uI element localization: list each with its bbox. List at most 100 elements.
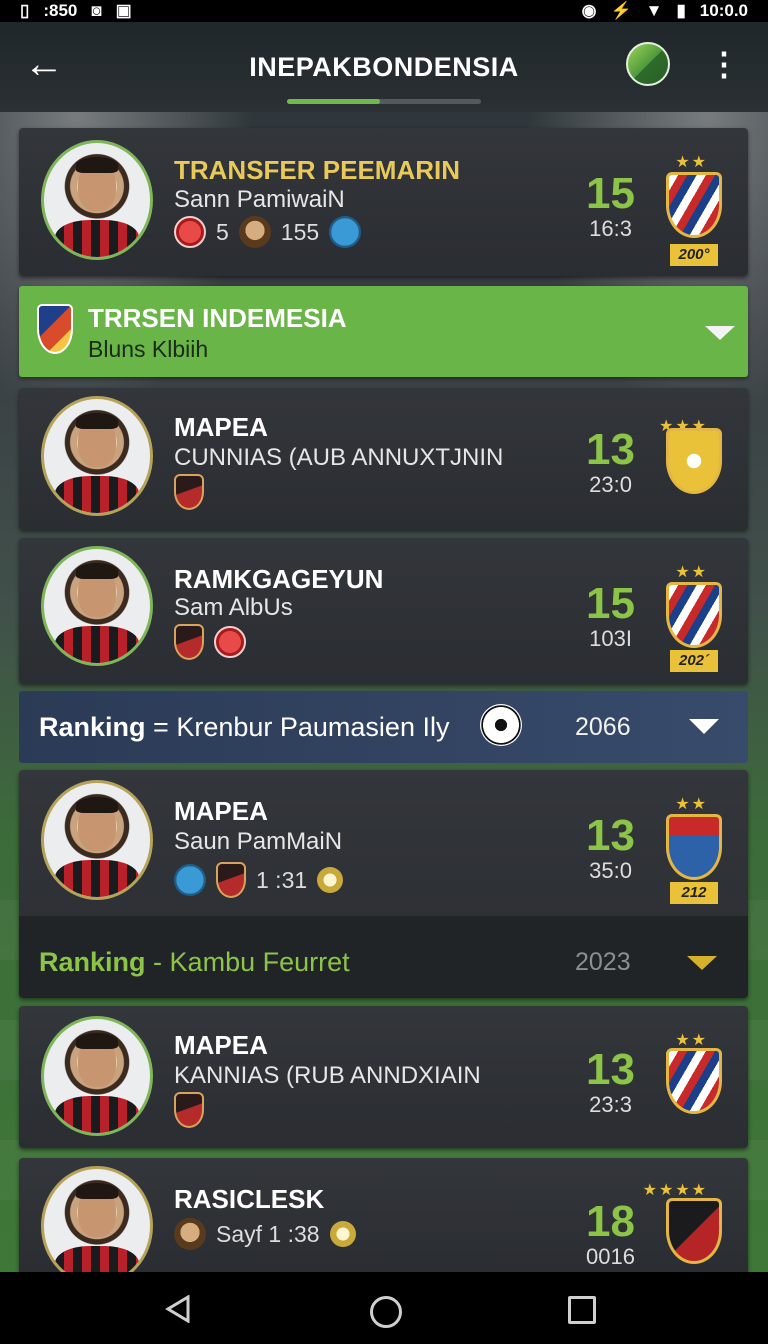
player-rating: 15 16:3 [586, 172, 635, 242]
nav-home-icon[interactable] [370, 1296, 402, 1328]
player-card[interactable]: RASICLESK Sayf 1 :38 18 0016 ★★★★ [19, 1158, 748, 1272]
player-rating: 18 0016 [586, 1200, 635, 1270]
player-rating: 13 23:3 [586, 1048, 635, 1118]
chevron-down-icon[interactable] [705, 326, 735, 340]
rating-value: 18 [586, 1197, 635, 1246]
player-avatar [41, 780, 153, 900]
club-logo-icon [174, 624, 204, 660]
club-crest-icon [37, 304, 73, 354]
club-logo-icon [216, 862, 246, 898]
year-badge: 200° [670, 244, 718, 266]
club-crest-icon [666, 172, 722, 238]
league-icon [329, 216, 362, 248]
stars-icon: ★★ [675, 1032, 708, 1049]
rating-value: 13 [586, 811, 635, 860]
rating-sub: 103I [589, 626, 632, 651]
player-rating: 15 103I [586, 582, 635, 652]
player-card[interactable]: MAPEA CUNNIAS (AUB ANNUXTJNIN 13 23:0 ★★… [19, 388, 748, 530]
player-rating: 13 35:0 [586, 814, 635, 884]
player-rating: 13 23:0 [586, 428, 635, 498]
mascot-icon [238, 216, 271, 248]
stat-value: Sayf 1 :38 [216, 1220, 320, 1247]
chevron-down-icon[interactable] [689, 719, 719, 734]
club-crest-icon [666, 428, 722, 494]
rating-value: 15 [586, 169, 635, 218]
player-name: TRANSFER PEEMARIN [174, 155, 461, 185]
globe-icon[interactable] [626, 42, 670, 86]
ranking-year: 2023 [575, 948, 631, 976]
image-icon: ▣ [115, 1, 132, 20]
player-club: Saun PamMaiN [174, 828, 343, 855]
player-club: CUNNIAS (AUB ANNUXTJNIN [174, 444, 504, 471]
ranking-label: Ranking - Kambu Feurret [39, 947, 350, 977]
stars-icon: ★★ [675, 564, 708, 581]
player-club: Sam AlbUs [174, 594, 293, 621]
section-title: TRRSEN INDEMESIA [88, 303, 347, 333]
battery-icon: ▮ [676, 1, 686, 20]
notification-icon: ◙ [91, 1, 102, 20]
more-options-icon[interactable]: ⋮ [708, 42, 740, 86]
stars-icon: ★★★★ [642, 1182, 708, 1199]
ranking-section-header[interactable]: Ranking = Krenbur Paumasien Ily 2066 [19, 691, 748, 763]
ranking-section-header[interactable]: Ranking - Kambu Feurret 2023 [19, 916, 748, 998]
player-card[interactable]: TRANSFER PEEMARIN Sann PamiwaiN 5 155 15… [19, 128, 748, 276]
status-time-left: :850 [43, 1, 78, 20]
page-progress-bar [287, 99, 481, 104]
club-section-header[interactable]: TRRSEN INDEMESIA Bluns Klbiih [19, 286, 748, 377]
stars-icon: ★★ [675, 796, 708, 813]
stars-icon: ★★ [675, 154, 708, 171]
player-name: RAMKGAGEYUN [174, 564, 384, 594]
player-avatar [41, 1016, 153, 1136]
club-logo-icon [174, 1092, 204, 1128]
ranking-year: 2066 [575, 713, 631, 741]
player-name: RASICLESK [174, 1184, 325, 1214]
league-icon [174, 864, 206, 896]
system-nav-bar [0, 1272, 768, 1344]
rating-sub: 23:0 [589, 472, 632, 497]
coin-icon [329, 1221, 356, 1247]
section-subtitle: Bluns Klbiih [88, 336, 209, 362]
rating-sub: 23:3 [589, 1092, 632, 1117]
rating-value: 13 [586, 1045, 635, 1094]
year-badge: 212 [670, 882, 718, 904]
club-crest-icon [666, 1048, 722, 1114]
rating-value: 13 [586, 425, 635, 474]
player-card[interactable]: RAMKGAGEYUN Sam AlbUs 15 103I ★★ 202´ [19, 538, 748, 684]
soccer-ball-icon [480, 704, 522, 746]
player-stats: Sayf 1 :38 [174, 1218, 356, 1250]
club-logo-icon [174, 474, 204, 510]
club-crest-icon [666, 814, 722, 880]
mascot-icon [174, 1218, 206, 1250]
nav-recents-icon[interactable] [568, 1296, 596, 1324]
wifi-icon: ▼ [645, 1, 663, 20]
player-avatar [41, 546, 153, 666]
player-stats [174, 474, 204, 510]
ranking-label: Ranking = Krenbur Paumasien Ily [39, 712, 450, 742]
club-crest-icon [666, 1198, 722, 1264]
player-name: MAPEA [174, 1030, 268, 1060]
location-icon: ◉ [581, 1, 597, 20]
stat-value: 1 :31 [256, 866, 308, 893]
player-card[interactable]: MAPEA KANNIAS (RUB ANNDXIAIN 13 23:3 ★★ [19, 1006, 748, 1148]
player-stats [174, 624, 246, 660]
vibrate-icon: ⚡ [610, 1, 632, 20]
status-bar: ▯ :850 ◙ ▣ ◉ ⚡ ▼ ▮ 10:0.0 [0, 0, 768, 22]
app-bar: ← INEPAKBONDENSIA ⋮ [0, 22, 768, 112]
coin-icon [317, 867, 344, 893]
player-avatar [41, 1166, 153, 1272]
rating-sub: 0016 [586, 1244, 635, 1269]
chevron-down-icon[interactable] [687, 956, 717, 970]
player-stats: 5 155 [174, 216, 362, 248]
player-stats [174, 1092, 204, 1128]
player-stats: 1 :31 [174, 862, 344, 898]
status-time-right: 10:0.0 [699, 1, 748, 20]
player-avatar [41, 140, 153, 260]
stat-value: 155 [280, 218, 320, 245]
club-logo-icon [214, 626, 246, 658]
sim-icon: ▯ [20, 1, 30, 20]
player-club: Sann PamiwaiN [174, 186, 345, 213]
stat-value: 5 [216, 218, 229, 245]
nav-back-icon[interactable] [165, 1295, 191, 1323]
rating-value: 15 [586, 579, 635, 628]
club-logo-icon [174, 216, 206, 248]
